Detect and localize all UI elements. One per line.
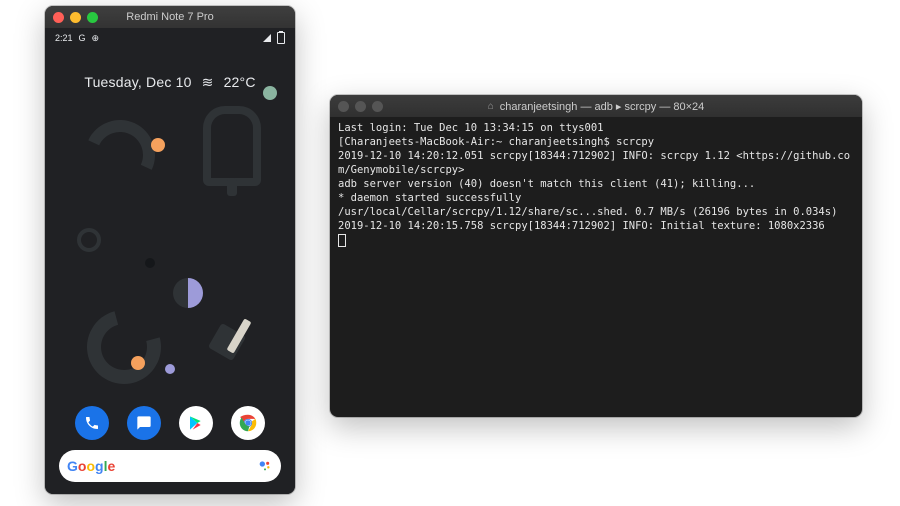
status-clock: 2:21 <box>55 33 73 43</box>
term-line: /usr/local/Cellar/scrcpy/1.12/share/sc..… <box>338 206 837 218</box>
wallpaper-u <box>73 296 174 397</box>
app-play-store[interactable] <box>179 406 213 440</box>
wallpaper-dot-dark <box>145 258 155 268</box>
term-line: [Charanjeets-MacBook-Air:~ charanjeetsin… <box>338 136 654 148</box>
battery-icon <box>277 32 285 44</box>
home-icon: ⌂ <box>488 101 494 112</box>
terminal-titlebar[interactable]: ⌂ charanjeetsingh — adb ▸ scrcpy — 80×24 <box>330 95 862 117</box>
status-google-icon: G <box>79 33 86 43</box>
chrome-icon <box>237 412 259 434</box>
date-text: Tuesday, Dec 10 <box>84 74 191 91</box>
wallpaper-ring <box>77 228 101 252</box>
status-left: 2:21 G ⊕ <box>55 33 99 44</box>
wallpaper-popsicle <box>203 106 261 186</box>
title-text: Redmi Note 7 Pro <box>126 11 213 23</box>
wallpaper-dot-orange2 <box>131 356 145 370</box>
app-messages[interactable] <box>127 406 161 440</box>
wallpaper-popsicle-stick <box>227 178 237 196</box>
google-logo: Google <box>67 458 115 474</box>
terminal-window-title: ⌂ charanjeetsingh — adb ▸ scrcpy — 80×24 <box>330 100 862 113</box>
term-line: adb server version (40) doesn't match th… <box>338 178 755 190</box>
google-search-bar[interactable]: Google <box>59 450 281 482</box>
scrcpy-titlebar[interactable]: Redmi Note 7 Pro <box>45 6 295 28</box>
play-icon <box>188 415 204 431</box>
wallpaper-arc <box>75 110 165 200</box>
term-line: * daemon started successfully <box>338 192 521 204</box>
phone-screen[interactable]: 2:21 G ⊕ Tuesday, Dec 10 ≋ 22°C <box>45 28 295 494</box>
home-dock <box>45 406 295 440</box>
messages-icon <box>136 415 152 431</box>
wallpaper-dot-purple <box>165 364 175 374</box>
wallpaper-dot-green <box>263 86 277 100</box>
terminal-cursor <box>338 234 346 247</box>
terminal-window: ⌂ charanjeetsingh — adb ▸ scrcpy — 80×24… <box>330 95 862 417</box>
signal-icon <box>263 34 271 42</box>
android-status-bar[interactable]: 2:21 G ⊕ <box>45 28 295 48</box>
assistant-icon[interactable] <box>257 458 273 474</box>
status-right <box>263 32 285 44</box>
terminal-body[interactable]: Last login: Tue Dec 10 13:34:15 on ttys0… <box>330 117 862 251</box>
status-target-icon: ⊕ <box>92 33 100 44</box>
scrcpy-window-title: Redmi Note 7 Pro <box>45 11 295 23</box>
scrcpy-window: Redmi Note 7 Pro 2:21 G ⊕ Tuesday, Dec 1… <box>45 6 295 494</box>
wallpaper-dot-orange <box>151 138 165 152</box>
term-line: 2019-12-10 14:20:12.051 scrcpy[18344:712… <box>338 150 850 176</box>
wallpaper-halfmoon <box>173 278 203 308</box>
weather-text: 22°C <box>224 74 256 91</box>
term-line: 2019-12-10 14:20:15.758 scrcpy[18344:712… <box>338 220 825 232</box>
phone-icon <box>84 415 100 431</box>
home-date-widget[interactable]: Tuesday, Dec 10 ≋ 22°C <box>45 74 295 91</box>
term-line: Last login: Tue Dec 10 13:34:15 on ttys0… <box>338 122 604 134</box>
app-chrome[interactable] <box>231 406 265 440</box>
weather-glyph: ≋ <box>202 74 214 91</box>
title-text: charanjeetsingh — adb ▸ scrcpy — 80×24 <box>500 100 705 113</box>
app-phone[interactable] <box>75 406 109 440</box>
